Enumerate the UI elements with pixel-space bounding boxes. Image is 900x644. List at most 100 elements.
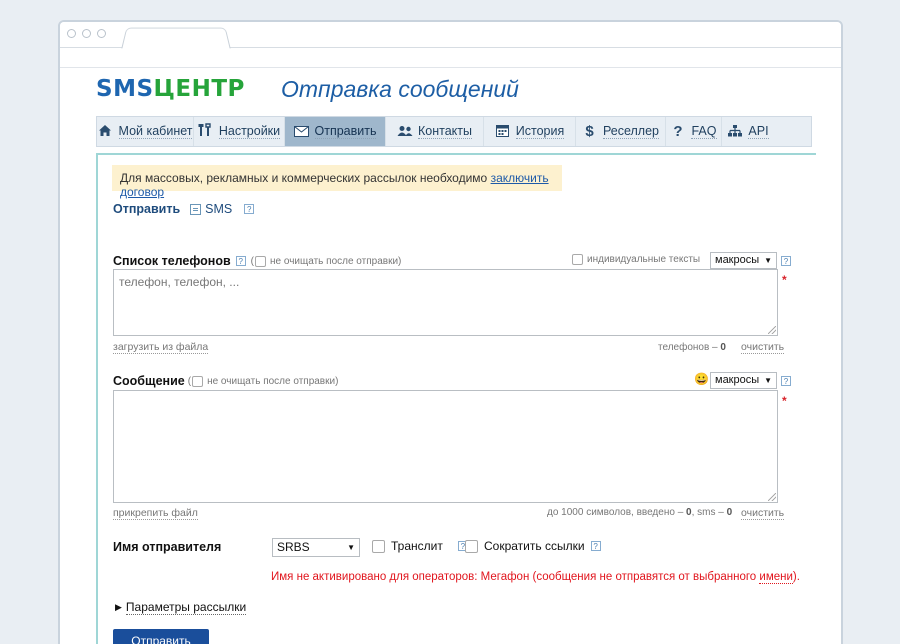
- sender-error-message: Имя не активировано для операторов: Мега…: [271, 571, 800, 584]
- page-title: Отправка сообщений: [281, 76, 519, 102]
- counter-mid: , sms –: [691, 507, 727, 518]
- message-counter: до 1000 символов, введено – 0, sms – 0: [547, 507, 732, 518]
- error-text: Имя не активировано для операторов: Мега…: [271, 571, 760, 583]
- chevron-down-icon: ▼: [764, 256, 772, 265]
- shorten-links-option: Сократить ссылки ?: [465, 539, 601, 553]
- phones-clear-link[interactable]: очистить: [741, 341, 785, 354]
- notice-text: Для массовых, рекламных и коммерческих р…: [120, 171, 491, 185]
- dollar-icon: $: [585, 123, 594, 140]
- message-no-clear-label: не очищать после отправки: [207, 375, 336, 387]
- message-macros-value: макросы: [715, 374, 760, 386]
- individual-texts-checkbox[interactable]: [572, 254, 583, 265]
- individual-texts-option: индивидуальные тексты: [572, 254, 700, 265]
- contacts-icon: [397, 124, 413, 140]
- nav-item-send[interactable]: Отправить: [285, 117, 386, 146]
- send-type-label: Отправить: [113, 202, 181, 216]
- calendar-icon: [495, 124, 510, 140]
- required-marker: *: [782, 394, 787, 408]
- nav-item-faq[interactable]: ? FAQ: [666, 117, 722, 146]
- help-icon[interactable]: ?: [590, 541, 601, 551]
- nav-item-api[interactable]: API: [722, 117, 774, 146]
- translit-label: Транслит: [391, 539, 443, 553]
- nav-label: Настройки: [218, 123, 281, 139]
- nav-label: FAQ: [691, 123, 717, 139]
- shorten-links-checkbox[interactable]: [465, 539, 478, 553]
- send-button[interactable]: Отправить: [113, 629, 209, 644]
- help-icon[interactable]: ?: [235, 256, 246, 266]
- nav-item-history[interactable]: История: [484, 117, 576, 146]
- phones-placeholder: телефон, телефон, ...: [119, 275, 240, 289]
- phones-macros-value: макросы: [715, 254, 760, 266]
- logo-centr: ЦЕНТР: [153, 76, 245, 102]
- main-nav: Мой кабинет Настройки Отправить Контакты…: [96, 116, 812, 147]
- nav-label: API: [748, 123, 769, 139]
- nav-label: История: [515, 123, 565, 139]
- message-macros-select[interactable]: макросы ▼: [710, 372, 777, 389]
- envelope-icon: [293, 124, 309, 140]
- send-type-line: Отправить SMS ?: [113, 202, 255, 216]
- nav-item-settings[interactable]: Настройки: [194, 117, 285, 146]
- sender-name-label: Имя отправителя: [113, 540, 222, 554]
- logo[interactable]: SMSЦЕНТР: [96, 76, 245, 102]
- window-dot-minimize[interactable]: [82, 29, 91, 38]
- help-icon[interactable]: ?: [781, 256, 791, 266]
- browser-tab[interactable]: [121, 27, 231, 49]
- nav-label: Мой кабинет: [118, 123, 193, 139]
- nav-item-contacts[interactable]: Контакты: [386, 117, 484, 146]
- phones-count-value: 0: [720, 342, 726, 353]
- help-icon[interactable]: ?: [781, 376, 791, 386]
- phones-label-row: Список телефонов ? (не очищать после отп…: [113, 254, 401, 268]
- message-textarea[interactable]: [113, 390, 778, 503]
- browser-address-bar: [60, 48, 841, 68]
- tools-icon: [198, 123, 213, 140]
- question-icon: ?: [673, 123, 683, 140]
- sms-icon: [190, 203, 202, 215]
- nav-label: Реселлер: [602, 123, 660, 139]
- individual-texts-label: индивидуальные тексты: [587, 254, 701, 265]
- help-icon[interactable]: ?: [244, 204, 255, 214]
- resize-handle[interactable]: [768, 326, 776, 334]
- message-no-clear-checkbox[interactable]: [192, 375, 204, 387]
- required-marker: *: [782, 273, 787, 287]
- nav-item-cabinet[interactable]: Мой кабинет: [97, 117, 194, 146]
- sms-channel-link[interactable]: SMS: [205, 202, 232, 216]
- phones-count-label: телефонов –: [658, 342, 721, 353]
- phones-textarea[interactable]: телефон, телефон, ...: [113, 269, 778, 336]
- phones-macros-select[interactable]: макросы ▼: [710, 252, 777, 269]
- load-from-file-link[interactable]: загрузить из файла: [113, 341, 209, 354]
- window-dot-close[interactable]: [67, 29, 76, 38]
- error-name-link[interactable]: имени: [759, 571, 793, 584]
- resize-handle[interactable]: [768, 493, 776, 501]
- browser-tab-bar: [60, 22, 841, 49]
- message-clear-link[interactable]: очистить: [741, 507, 785, 520]
- page-header: SMSЦЕНТР Отправка сообщений: [96, 74, 816, 104]
- message-label-row: Сообщение (не очищать после отправки): [113, 374, 338, 388]
- nav-label: Контакты: [418, 123, 472, 139]
- window-dot-maximize[interactable]: [97, 29, 106, 38]
- counter-sms: 0: [726, 507, 733, 518]
- caret-right-icon: ▶: [115, 602, 122, 612]
- attach-file-link[interactable]: прикрепить файл: [113, 507, 198, 520]
- phones-no-clear-checkbox[interactable]: [255, 255, 267, 267]
- logo-sms: SMS: [96, 76, 154, 102]
- sender-name-value: SRBS: [277, 540, 310, 554]
- phones-no-clear-label: не очищать после отправки: [270, 255, 399, 267]
- sitemap-icon: [727, 124, 742, 140]
- shorten-links-label: Сократить ссылки: [484, 539, 585, 553]
- translit-checkbox[interactable]: [372, 539, 385, 553]
- chevron-down-icon: ▼: [764, 376, 772, 385]
- emoji-icon[interactable]: 😀: [694, 372, 709, 386]
- sender-name-select[interactable]: SRBS ▼: [272, 538, 360, 557]
- translit-option: Транслит ?: [372, 539, 468, 553]
- mailing-params-toggle[interactable]: ▶ Параметры рассылки: [115, 600, 247, 615]
- mailing-params-label: Параметры рассылки: [125, 600, 247, 615]
- nav-item-reseller[interactable]: $ Реселлер: [576, 117, 666, 146]
- phones-counter: телефонов – 0: [658, 342, 726, 353]
- phones-label: Список телефонов: [113, 254, 231, 268]
- message-label: Сообщение: [113, 374, 185, 388]
- nav-label: Отправить: [314, 123, 377, 139]
- send-form-panel: Для массовых, рекламных и коммерческих р…: [96, 153, 816, 644]
- chevron-down-icon: ▼: [347, 543, 355, 552]
- home-icon: [98, 124, 113, 140]
- counter-prefix: до 1000 символов, введено –: [547, 507, 687, 518]
